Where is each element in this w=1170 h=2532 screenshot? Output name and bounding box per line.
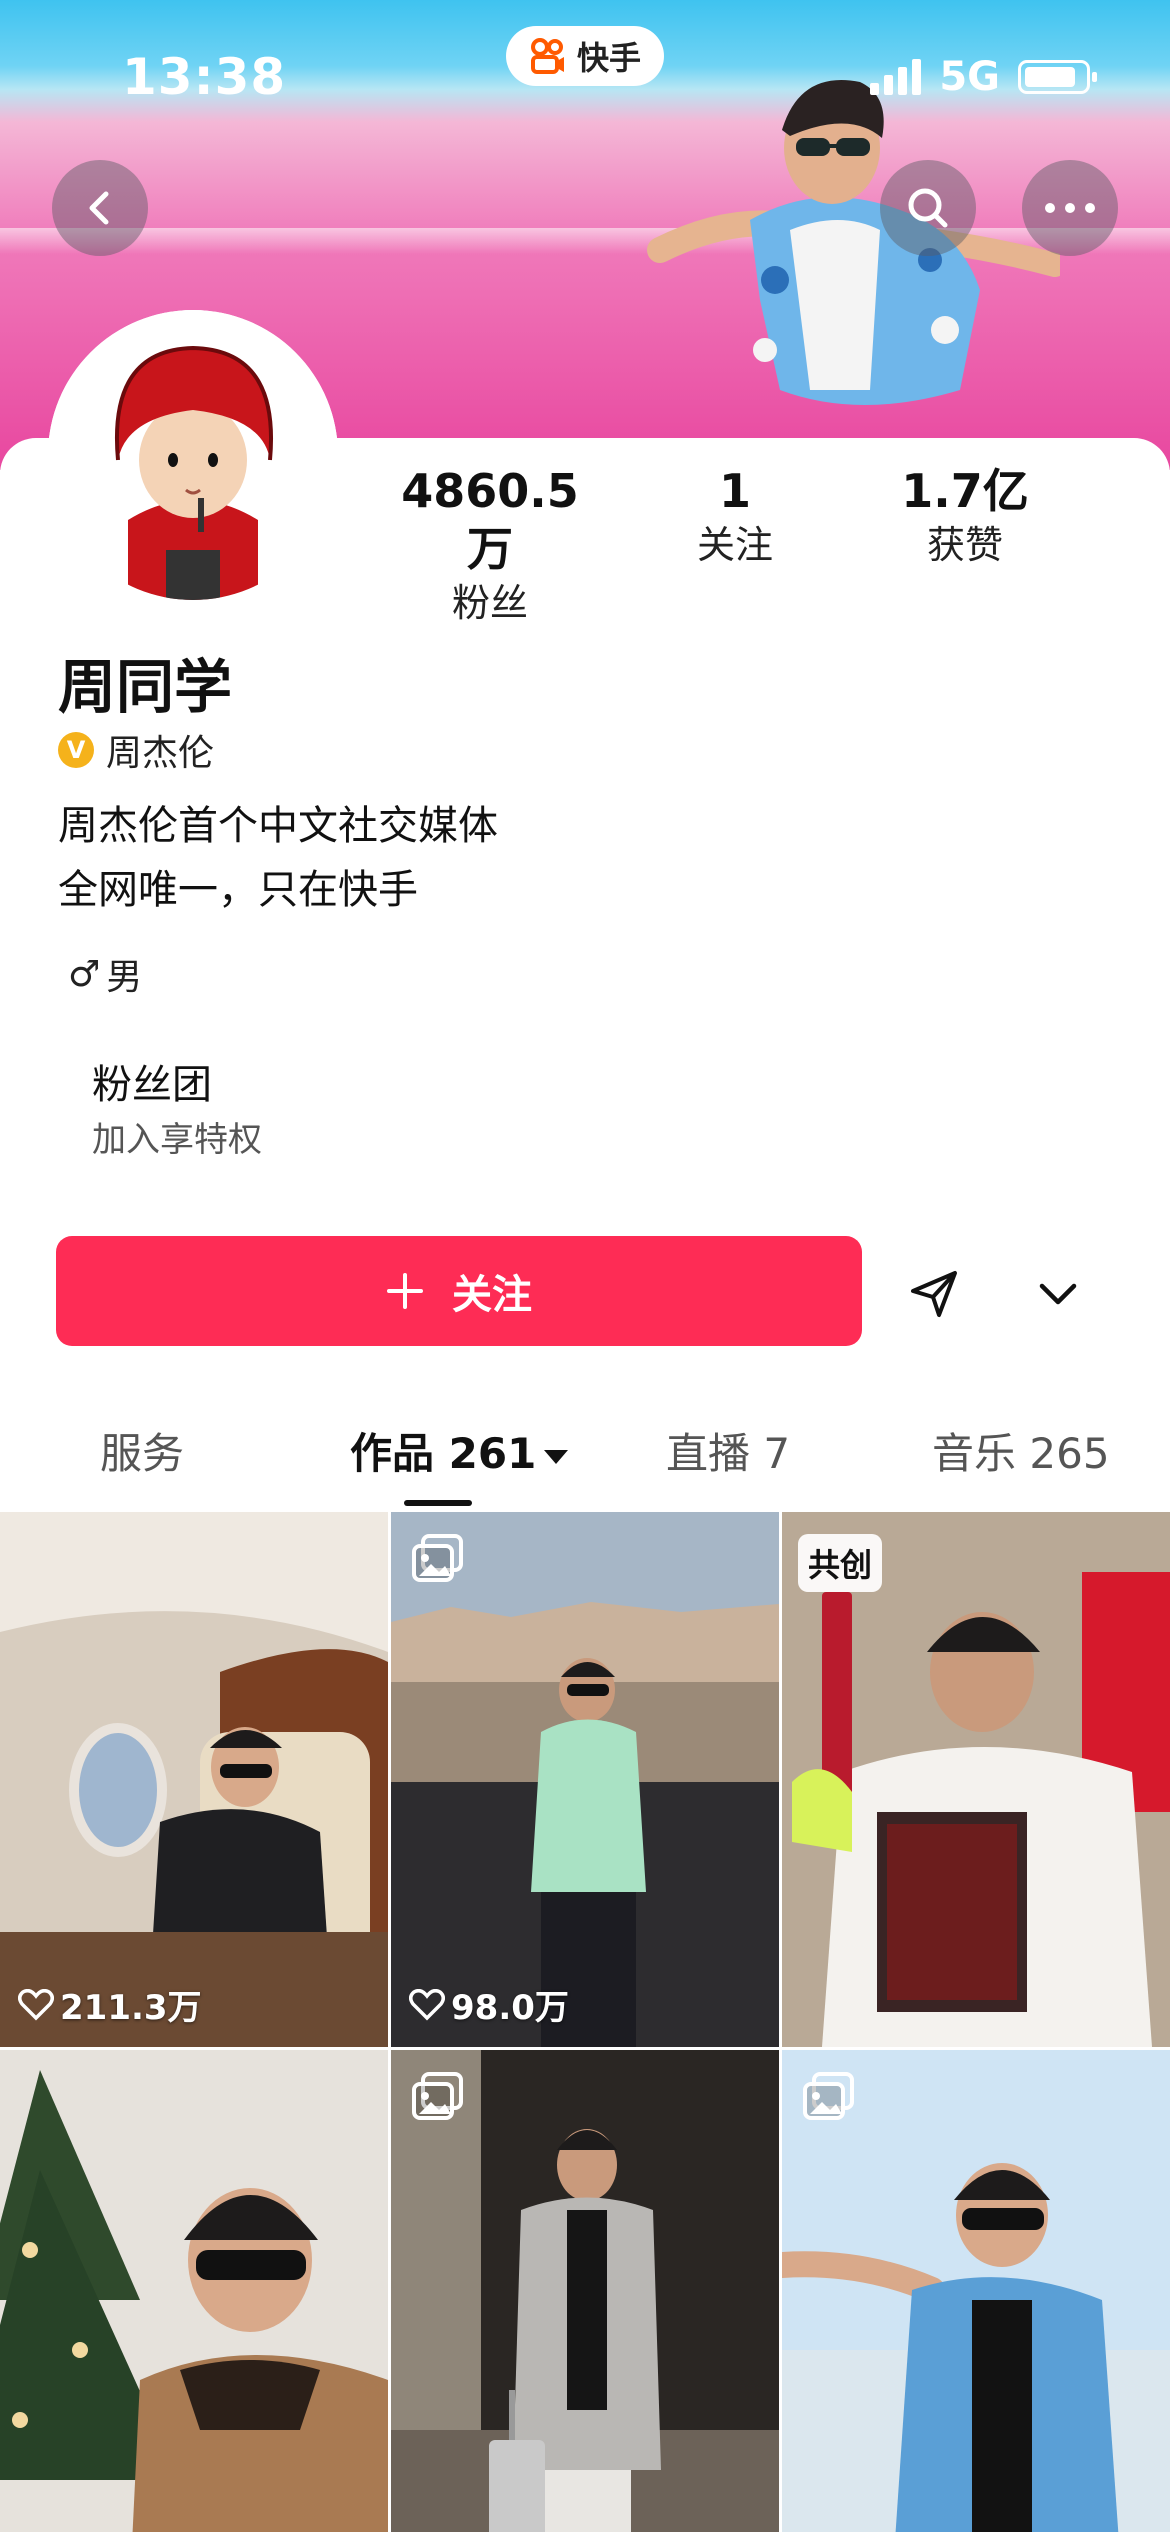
co-creation-badge: 共创 xyxy=(798,1534,883,1592)
fan-group-subtitle: 加入享特权 xyxy=(92,1120,262,1160)
chevron-left-icon xyxy=(89,191,109,225)
verified-name: 周杰伦 xyxy=(106,733,215,774)
tab-label: 作品 xyxy=(350,1429,435,1478)
signal-icon xyxy=(870,59,922,95)
profile-bio: 周杰伦首个中文社交媒体 全网唯一，只在快手 xyxy=(58,794,498,922)
tab-works[interactable]: 作品 261 xyxy=(350,1420,569,1481)
stat-label: 粉丝 xyxy=(451,581,528,625)
stat-label: 获赞 xyxy=(926,523,1003,567)
chevron-down-icon xyxy=(1039,1283,1077,1305)
stat-value: 1.7亿 xyxy=(901,464,1029,518)
gender-label: 男 xyxy=(106,957,143,998)
tab-count: 265 xyxy=(1029,1429,1110,1478)
profile-stats: 4860.5万 粉丝 1 关注 1.7亿 获赞 xyxy=(360,462,1140,625)
grid-item[interactable] xyxy=(782,2050,1170,2532)
tab-count: 7 xyxy=(763,1429,791,1478)
post-thumbnail-image xyxy=(391,1512,779,2047)
works-grid: 211.3万 98.0万 共创 xyxy=(0,1512,1170,2532)
tab-label: 服务 xyxy=(100,1429,185,1478)
like-count-text: 98.0万 xyxy=(451,1988,569,2028)
verified-info[interactable]: V 周杰伦 xyxy=(58,724,214,776)
like-count: 211.3万 xyxy=(18,1980,202,2029)
plus-icon xyxy=(387,1273,423,1309)
fan-group-title: 粉丝团 xyxy=(92,1062,212,1108)
caret-down-icon xyxy=(544,1449,569,1464)
tab-count: 261 xyxy=(448,1429,537,1478)
gallery-icon xyxy=(412,2072,463,2120)
back-button[interactable] xyxy=(52,160,148,256)
status-time: 13:38 xyxy=(122,48,287,106)
bio-line: 周杰伦首个中文社交媒体 xyxy=(58,803,498,849)
tab-live[interactable]: 直播 7 xyxy=(666,1420,790,1481)
profile-card xyxy=(0,438,1170,1518)
gender-tag: ♂ 男 xyxy=(68,948,142,1000)
grid-item[interactable] xyxy=(0,2050,388,2532)
post-thumbnail-image xyxy=(391,2050,779,2532)
male-icon: ♂ xyxy=(68,953,101,995)
like-count: 98.0万 xyxy=(409,1980,569,2029)
stat-following[interactable]: 1 关注 xyxy=(680,462,790,570)
content-tabs: 服务 作品 261 直播 7 音乐 265 xyxy=(0,1410,1170,1510)
follow-button[interactable]: 关注 xyxy=(56,1236,862,1346)
app-badge[interactable]: 快手 xyxy=(506,26,664,86)
kuaishou-logo-icon xyxy=(530,38,564,74)
grid-item[interactable]: 211.3万 xyxy=(0,1512,388,2047)
search-button[interactable] xyxy=(880,160,976,256)
stat-value: 1 xyxy=(718,464,751,518)
network-type: 5G xyxy=(939,54,1000,100)
profile-name: 周同学 xyxy=(58,653,233,721)
grid-item[interactable]: 98.0万 xyxy=(391,1512,779,2047)
tab-label: 音乐 xyxy=(932,1429,1017,1478)
status-indicators: 5G xyxy=(870,54,1097,100)
bio-line: 全网唯一，只在快手 xyxy=(58,867,418,913)
grid-item[interactable]: 共创 xyxy=(782,1512,1170,2047)
post-thumbnail-image xyxy=(782,1512,1170,2047)
verified-badge-icon: V xyxy=(58,732,94,768)
battery-icon xyxy=(1018,60,1097,94)
stat-likes[interactable]: 1.7亿 获赞 xyxy=(900,462,1030,570)
active-tab-indicator xyxy=(404,1500,472,1506)
app-name: 快手 xyxy=(576,39,641,77)
stat-value: 4860.5万 xyxy=(401,464,579,576)
stat-label: 关注 xyxy=(696,523,773,567)
heart-icon xyxy=(18,1988,54,2020)
tab-music[interactable]: 音乐 265 xyxy=(932,1420,1110,1481)
more-dots-icon xyxy=(1045,203,1095,213)
post-thumbnail-image xyxy=(0,1512,388,2047)
send-icon xyxy=(911,1271,957,1317)
share-button[interactable] xyxy=(896,1256,972,1332)
like-count-text: 211.3万 xyxy=(60,1988,202,2028)
banner-person-image xyxy=(647,80,1060,405)
grid-item[interactable] xyxy=(391,2050,779,2532)
more-options-button[interactable] xyxy=(1022,160,1118,256)
post-thumbnail-image xyxy=(782,2050,1170,2532)
tab-label: 直播 xyxy=(666,1429,751,1478)
gallery-icon xyxy=(803,2072,854,2120)
follow-label: 关注 xyxy=(452,1272,532,1318)
expand-button[interactable] xyxy=(1020,1256,1096,1332)
avatar-cartoon-image xyxy=(48,310,338,600)
search-icon xyxy=(908,188,948,228)
post-thumbnail-image xyxy=(0,2050,388,2532)
stat-followers[interactable]: 4860.5万 粉丝 xyxy=(400,462,580,628)
heart-icon xyxy=(409,1988,445,2020)
tab-services[interactable]: 服务 xyxy=(100,1420,184,1481)
gallery-icon xyxy=(412,1534,463,1582)
avatar[interactable] xyxy=(48,310,338,600)
